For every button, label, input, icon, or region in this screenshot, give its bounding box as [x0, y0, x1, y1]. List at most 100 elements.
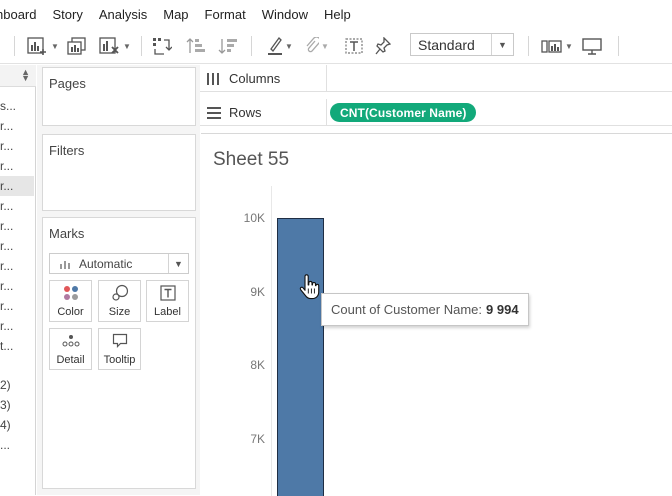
- color-icon: [63, 284, 79, 302]
- menu-map[interactable]: Map: [155, 7, 196, 22]
- menu-bar: hboard Story Analysis Map Format Window …: [0, 0, 672, 28]
- clear-sheet-button[interactable]: ▼: [96, 34, 134, 58]
- field-item[interactable]: r...: [0, 196, 34, 216]
- columns-shelf[interactable]: Columns: [200, 65, 672, 92]
- color-button[interactable]: Color: [49, 280, 92, 322]
- swap-axes-icon: [152, 37, 172, 55]
- toolbar-separator: [141, 36, 142, 56]
- data-pane: ▲ ▼ s... r... r... r... r... r... r... r.…: [0, 65, 36, 495]
- toolbar: ▼ ▼ ▼ ▼ ▼: [0, 28, 672, 64]
- columns-label: Columns: [229, 71, 281, 86]
- sort-arrows-icon[interactable]: ▲ ▼: [21, 68, 30, 83]
- tooltip-icon: [112, 332, 128, 350]
- y-tick-label: 7K: [250, 432, 265, 446]
- rows-icon: [207, 106, 221, 119]
- size-icon: [111, 284, 129, 302]
- filters-card[interactable]: Filters: [42, 134, 196, 211]
- rows-shelf[interactable]: Rows CNT(Customer Name): [200, 99, 672, 126]
- menu-dashboard[interactable]: hboard: [0, 7, 44, 22]
- tooltip-field-label: Count of Customer Name:: [331, 302, 483, 317]
- field-item[interactable]: r...: [0, 236, 34, 256]
- y-tick-label: 10K: [243, 211, 265, 225]
- chevron-down-icon: ▼: [491, 34, 513, 55]
- rows-pill-cnt-customer-name[interactable]: CNT(Customer Name): [330, 103, 477, 122]
- menu-window[interactable]: Window: [254, 7, 316, 22]
- show-cards-icon: [541, 38, 563, 54]
- detail-label: Detail: [56, 354, 85, 366]
- label-label: Label: [154, 306, 181, 318]
- field-item[interactable]: s...: [0, 96, 34, 116]
- sort-descending-button[interactable]: [216, 34, 240, 58]
- field-item[interactable]: ...: [0, 435, 34, 455]
- hand-cursor-icon: [298, 274, 320, 305]
- marks-card: Marks Automatic ▼ Color Size Label Detai…: [42, 217, 196, 489]
- tooltip-button[interactable]: Tooltip: [98, 328, 141, 370]
- pin-button[interactable]: [372, 34, 394, 58]
- sort-ascending-icon: [186, 37, 206, 55]
- field-item[interactable]: r...: [0, 296, 34, 316]
- mark-type-value: Automatic: [79, 256, 133, 271]
- field-item[interactable]: r...: [0, 216, 34, 236]
- highlight-icon: [267, 36, 283, 56]
- menu-help[interactable]: Help: [316, 7, 359, 22]
- annotate-icon: [305, 37, 320, 55]
- cards-column: Pages Filters Marks Automatic ▼ Color Si…: [37, 65, 200, 495]
- pages-title: Pages: [49, 76, 86, 91]
- label-button[interactable]: Label: [146, 280, 189, 322]
- pin-icon: [375, 37, 391, 55]
- columns-icon: [207, 72, 221, 85]
- toolbar-separator: [528, 36, 529, 56]
- new-worksheet-button[interactable]: ▼: [24, 34, 62, 58]
- show-cards-button[interactable]: ▼: [539, 34, 575, 58]
- text-label-icon: [345, 37, 363, 55]
- annotate-button[interactable]: ▼: [302, 34, 332, 58]
- chevron-down-icon: ▼: [168, 254, 188, 273]
- mark-type-select[interactable]: Automatic ▼: [49, 253, 189, 274]
- field-item[interactable]: r...: [0, 156, 34, 176]
- swap-axes-button[interactable]: [150, 34, 174, 58]
- marks-title: Marks: [49, 226, 85, 241]
- field-item[interactable]: 4): [0, 415, 34, 435]
- y-tick-label: 8K: [250, 358, 265, 373]
- sheet-title[interactable]: Sheet 55: [213, 149, 289, 171]
- new-worksheet-icon: [27, 37, 49, 55]
- pages-card[interactable]: Pages: [42, 67, 196, 126]
- field-item[interactable]: 2): [0, 375, 34, 395]
- hover-tooltip: Count of Customer Name: 9 994: [321, 293, 529, 326]
- clear-sheet-icon: [99, 37, 121, 55]
- field-item[interactable]: 3): [0, 395, 34, 415]
- presentation-button[interactable]: [581, 34, 603, 58]
- sort-ascending-button[interactable]: [184, 34, 208, 58]
- field-item[interactable]: t...: [0, 336, 34, 356]
- bar-mark[interactable]: [277, 218, 324, 496]
- field-item[interactable]: r...: [0, 316, 34, 336]
- sort-descending-icon: [218, 37, 238, 55]
- filters-title: Filters: [49, 143, 85, 158]
- detail-button[interactable]: Detail: [49, 328, 92, 370]
- size-label: Size: [108, 306, 131, 318]
- highlight-button[interactable]: ▼: [264, 34, 296, 58]
- field-item[interactable]: r...: [0, 116, 34, 136]
- tooltip-label: Tooltip: [103, 354, 136, 366]
- field-item[interactable]: r...: [0, 256, 34, 276]
- toolbar-separator: [251, 36, 252, 56]
- field-item[interactable]: r...: [0, 276, 34, 296]
- text-label-button[interactable]: [343, 34, 365, 58]
- field-item[interactable]: r...: [0, 136, 34, 156]
- duplicate-sheet-button[interactable]: [66, 34, 88, 58]
- menu-format[interactable]: Format: [197, 7, 254, 22]
- toolbar-separator: [14, 36, 15, 56]
- toolbar-separator: [618, 36, 619, 56]
- field-item-selected[interactable]: r...: [0, 176, 34, 196]
- detail-icon: [62, 332, 80, 350]
- size-button[interactable]: Size: [98, 280, 141, 322]
- y-tick-label: 9K: [250, 284, 265, 299]
- menu-analysis[interactable]: Analysis: [91, 7, 155, 22]
- menu-story[interactable]: Story: [44, 7, 90, 22]
- fit-select[interactable]: Standard ▼: [410, 33, 514, 56]
- color-label: Color: [57, 306, 84, 318]
- text-label-icon: [159, 284, 176, 302]
- columns-shelf-label: Columns: [200, 65, 327, 92]
- presentation-icon: [582, 37, 602, 55]
- data-pane-header: ▲ ▼: [0, 65, 36, 87]
